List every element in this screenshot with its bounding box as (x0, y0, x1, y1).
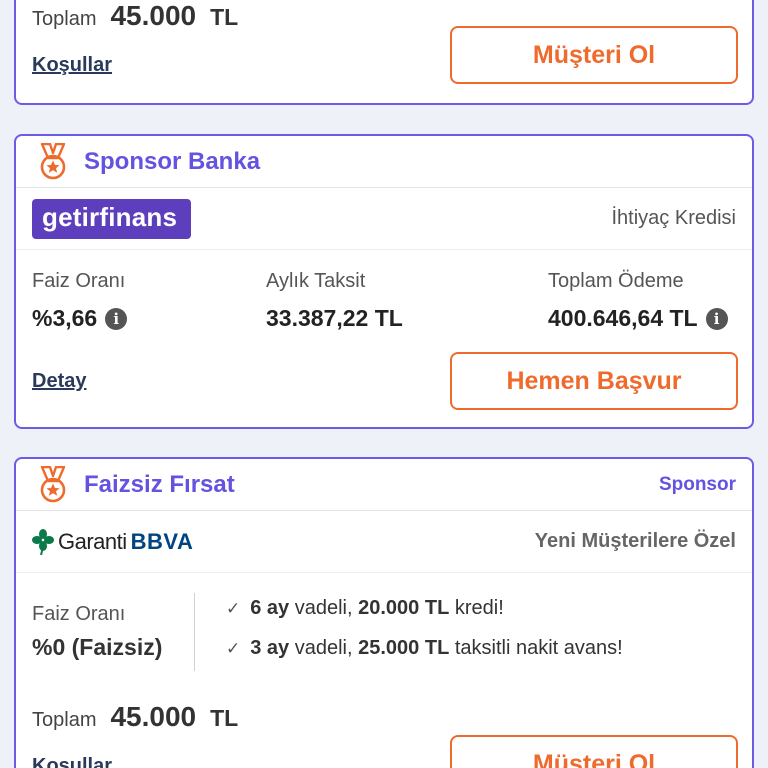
clover-icon (32, 528, 54, 555)
divider (194, 593, 195, 671)
bank-suffix: BBVA (130, 528, 194, 554)
stat-monthly-installment: Aylık Taksit 33.387,22 TL (266, 270, 403, 332)
feature-amount: 20.000 TL (358, 597, 450, 619)
interest-rate: Faiz Oranı %0 (Faizsiz) (32, 603, 162, 661)
total-label: Toplam (32, 8, 97, 30)
card-header: Sponsor Banka (16, 136, 752, 188)
detail-link[interactable]: Detay (32, 370, 86, 393)
feature-term: 3 ay (250, 637, 290, 659)
card-title: Faizsiz Fırsat (84, 470, 235, 498)
total-row: Toplam 45.000 TL (32, 0, 238, 32)
rate-label: Faiz Oranı (32, 603, 126, 625)
info-icon[interactable]: i (705, 307, 728, 330)
feature-term: 6 ay (250, 597, 290, 619)
card-header: Faizsiz Fırsat Sponsor (16, 459, 752, 511)
offer-card-interest-free: Faizsiz Fırsat Sponsor Garanti BBVA Yeni… (14, 457, 754, 768)
feature-amount: 25.000 TL (358, 637, 450, 659)
rate-features-row: Faiz Oranı %0 (Faizsiz) ✓ 6 ay vadeli, 2… (16, 573, 752, 688)
feature-text: kredi! (449, 597, 504, 619)
feature-text: taksitli nakit avans! (449, 637, 623, 659)
medal-icon (40, 465, 66, 502)
stat-interest-rate: Faiz Oranı %3,66 i (32, 270, 128, 332)
become-customer-button[interactable]: Müşteri Ol (450, 735, 738, 768)
total-currency: TL (210, 705, 239, 731)
garanti-bbva-logo: Garanti BBVA (32, 528, 194, 555)
bank-name: Garanti (58, 528, 127, 554)
total-amount: 45.000 (110, 0, 197, 31)
stats-row: Faiz Oranı %3,66 i Aylık Taksit 33.387,2… (16, 250, 752, 332)
total-amount: 45.000 (110, 701, 197, 732)
sponsor-tag: Sponsor (658, 473, 736, 495)
info-icon[interactable]: i (105, 307, 128, 330)
apply-now-button[interactable]: Hemen Başvur (450, 352, 738, 410)
stat-value: 33.387,22 TL (266, 305, 403, 331)
total-row: Toplam 45.000 TL (32, 701, 238, 733)
total-label: Toplam (32, 709, 97, 731)
stat-label: Aylık Taksit (266, 270, 366, 292)
product-name: İhtiyaç Kredisi (611, 207, 737, 229)
getirfinans-logo: getirfinans (32, 198, 192, 239)
conditions-link[interactable]: Koşullar (32, 755, 112, 768)
feature-text: vadeli, (289, 597, 359, 619)
become-customer-button[interactable]: Müşteri Ol (450, 26, 738, 84)
stat-total-payment: Toplam Ödeme 400.646,64 TL i (548, 270, 728, 332)
total-currency: TL (210, 4, 239, 30)
stat-value: 400.646,64 TL (548, 305, 698, 331)
bank-row: getirfinans İhtiyaç Kredisi (16, 188, 752, 250)
check-icon: ✓ (226, 598, 241, 618)
conditions-link[interactable]: Koşullar (32, 54, 112, 77)
offer-card-sponsor: Sponsor Banka getirfinans İhtiyaç Kredis… (14, 134, 754, 429)
feature-item: ✓ 3 ay vadeli, 25.000 TL taksitli nakit … (226, 637, 623, 660)
feature-item: ✓ 6 ay vadeli, 20.000 TL kredi! (226, 597, 504, 620)
offer-card-top: Toplam 45.000 TL Koşullar Müşteri Ol (14, 0, 754, 105)
product-name: Yeni Müşterilere Özel (534, 530, 736, 552)
feature-text: vadeli, (289, 637, 359, 659)
stat-label: Faiz Oranı (32, 270, 126, 292)
rate-value: %0 (Faizsiz) (32, 634, 163, 660)
stat-value: %3,66 (32, 305, 98, 331)
check-icon: ✓ (226, 638, 241, 658)
card-title: Sponsor Banka (84, 147, 261, 175)
stat-label: Toplam Ödeme (548, 270, 684, 292)
medal-icon (40, 142, 66, 179)
bank-row: Garanti BBVA Yeni Müşterilere Özel (16, 511, 752, 573)
